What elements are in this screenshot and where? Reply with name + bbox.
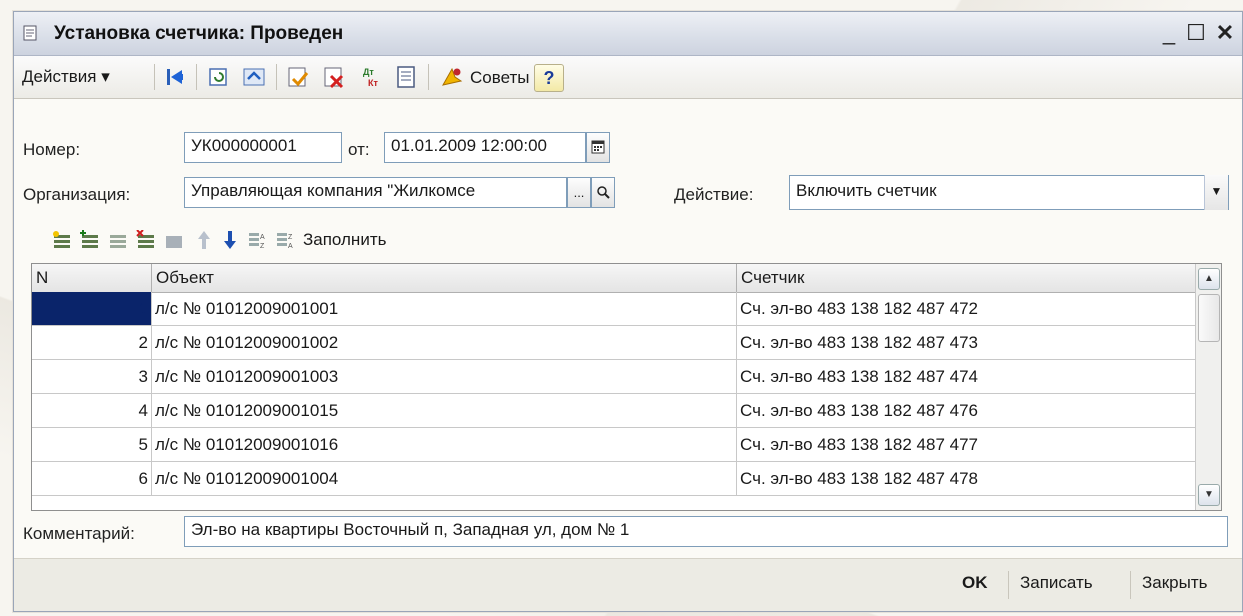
action-label: Действие:: [674, 185, 754, 204]
calendar-icon: [591, 140, 605, 154]
toolbar: Действия ▾ Дт Кт Советы ?: [14, 56, 1242, 99]
number-field[interactable]: УК000000001: [184, 132, 342, 163]
sort-ascending-icon[interactable]: AZ: [248, 230, 268, 250]
add-row-icon[interactable]: [52, 230, 72, 250]
svg-text:Z: Z: [260, 243, 265, 250]
row-object[interactable]: л/с № 01012009001016: [152, 428, 737, 461]
comment-label: Комментарий:: [23, 524, 135, 543]
date-label: от:: [348, 140, 370, 159]
row-number: 1: [32, 292, 152, 325]
svg-text:A: A: [260, 234, 265, 241]
scroll-down-button[interactable]: ▼: [1198, 484, 1220, 506]
comment-field[interactable]: Эл-во на квартиры Восточный п, Западная …: [184, 516, 1228, 547]
action-select-value: Включить счетчик: [796, 181, 937, 200]
tips-icon[interactable]: [440, 65, 464, 89]
title-bar[interactable]: Установка счетчика: Проведен _ ☐ ✕: [14, 12, 1242, 56]
table-row[interactable]: 6 л/с № 01012009001004 Сч. эл-во 483 138…: [32, 462, 1215, 496]
organization-field[interactable]: Управляющая компания "Жилкомсе: [184, 177, 567, 208]
add-group-icon[interactable]: [80, 230, 100, 250]
report-icon[interactable]: [394, 65, 418, 89]
bottom-bar: OK Записать Закрыть: [14, 558, 1242, 611]
toolbar-separator: [196, 64, 197, 90]
actions-menu-button[interactable]: Действия ▾: [22, 67, 110, 87]
fill-button[interactable]: Заполнить: [303, 230, 386, 250]
svg-text:Дт: Дт: [363, 67, 374, 77]
close-window-button[interactable]: ✕: [1213, 20, 1237, 46]
scroll-thumb[interactable]: [1198, 294, 1220, 342]
button-separator: [1008, 571, 1009, 599]
copy-document-icon[interactable]: [207, 65, 231, 89]
row-number: 5: [32, 428, 152, 461]
row-object[interactable]: л/с № 01012009001015: [152, 394, 737, 427]
table-row[interactable]: 5 л/с № 01012009001016 Сч. эл-во 483 138…: [32, 428, 1215, 462]
row-counter[interactable]: Сч. эл-во 483 138 182 487 476: [737, 394, 1215, 427]
svg-text:Кт: Кт: [368, 78, 378, 88]
row-counter[interactable]: Сч. эл-во 483 138 182 487 478: [737, 462, 1215, 495]
minimize-button[interactable]: _: [1157, 20, 1181, 46]
window-title: Установка счетчика: Проведен: [54, 23, 344, 44]
row-counter[interactable]: Сч. эл-во 483 138 182 487 474: [737, 360, 1215, 393]
number-label: Номер:: [23, 140, 81, 159]
maximize-button[interactable]: ☐: [1184, 20, 1208, 46]
sort-descending-icon[interactable]: ZA: [276, 230, 296, 250]
column-header-counter[interactable]: Счетчик: [737, 264, 1215, 292]
save-button[interactable]: Записать: [1020, 573, 1093, 593]
row-counter[interactable]: Сч. эл-во 483 138 182 487 472: [737, 292, 1215, 325]
action-select[interactable]: Включить счетчик: [789, 175, 1229, 210]
end-edit-icon[interactable]: [164, 230, 184, 250]
post-document-icon[interactable]: [286, 65, 310, 89]
toolbar-separator: [154, 64, 155, 90]
select-organization-button[interactable]: ...: [567, 177, 591, 208]
row-counter[interactable]: Сч. эл-во 483 138 182 487 477: [737, 428, 1215, 461]
scroll-up-button[interactable]: ▲: [1198, 268, 1220, 290]
counters-table: N Объект Счетчик 1 л/с № 01012009001001 …: [31, 263, 1222, 511]
row-number: 2: [32, 326, 152, 359]
magnifier-icon: [597, 186, 610, 199]
row-number: 4: [32, 394, 152, 427]
organization-label: Организация:: [23, 185, 131, 204]
toolbar-separator: [428, 64, 429, 90]
toolbar-separator: [276, 64, 277, 90]
date-field[interactable]: 01.01.2009 12:00:00: [384, 132, 586, 163]
document-window: Установка счетчика: Проведен _ ☐ ✕ Дейст…: [13, 11, 1243, 612]
tips-button-label[interactable]: Советы: [470, 68, 529, 88]
row-counter[interactable]: Сч. эл-во 483 138 182 487 473: [737, 326, 1215, 359]
move-up-icon[interactable]: [194, 230, 214, 250]
unpost-document-icon[interactable]: [322, 65, 346, 89]
table-row[interactable]: 3 л/с № 01012009001003 Сч. эл-во 483 138…: [32, 360, 1215, 394]
debit-credit-icon[interactable]: Дт Кт: [360, 65, 384, 89]
column-header-object[interactable]: Объект: [152, 264, 737, 292]
action-dropdown-button[interactable]: ▼: [1204, 175, 1228, 210]
column-header-n[interactable]: N: [32, 264, 152, 292]
arrow-left-icon[interactable]: [164, 65, 188, 89]
table-row[interactable]: 4 л/с № 01012009001015 Сч. эл-во 483 138…: [32, 394, 1215, 428]
row-object[interactable]: л/с № 01012009001004: [152, 462, 737, 495]
table-row[interactable]: 1 л/с № 01012009001001 Сч. эл-во 483 138…: [32, 292, 1215, 326]
document-icon: [23, 25, 37, 41]
refresh-icon[interactable]: [242, 65, 266, 89]
svg-text:A: A: [288, 243, 293, 250]
close-button[interactable]: Закрыть: [1142, 573, 1207, 593]
row-object[interactable]: л/с № 01012009001003: [152, 360, 737, 393]
help-button[interactable]: ?: [534, 64, 564, 92]
row-number: 6: [32, 462, 152, 495]
row-number: 3: [32, 360, 152, 393]
row-object[interactable]: л/с № 01012009001001: [152, 292, 737, 325]
svg-text:Z: Z: [288, 234, 293, 241]
row-object[interactable]: л/с № 01012009001002: [152, 326, 737, 359]
table-row[interactable]: 2 л/с № 01012009001002 Сч. эл-во 483 138…: [32, 326, 1215, 360]
table-scrollbar[interactable]: ▲ ▼: [1195, 264, 1221, 510]
move-down-icon[interactable]: [220, 230, 240, 250]
table-header: N Объект Счетчик: [32, 264, 1196, 293]
delete-row-icon[interactable]: [136, 230, 156, 250]
ok-button[interactable]: OK: [962, 573, 988, 593]
button-separator: [1130, 571, 1131, 599]
copy-row-icon[interactable]: [108, 230, 128, 250]
open-organization-button[interactable]: [591, 177, 615, 208]
calendar-button[interactable]: [586, 132, 610, 163]
